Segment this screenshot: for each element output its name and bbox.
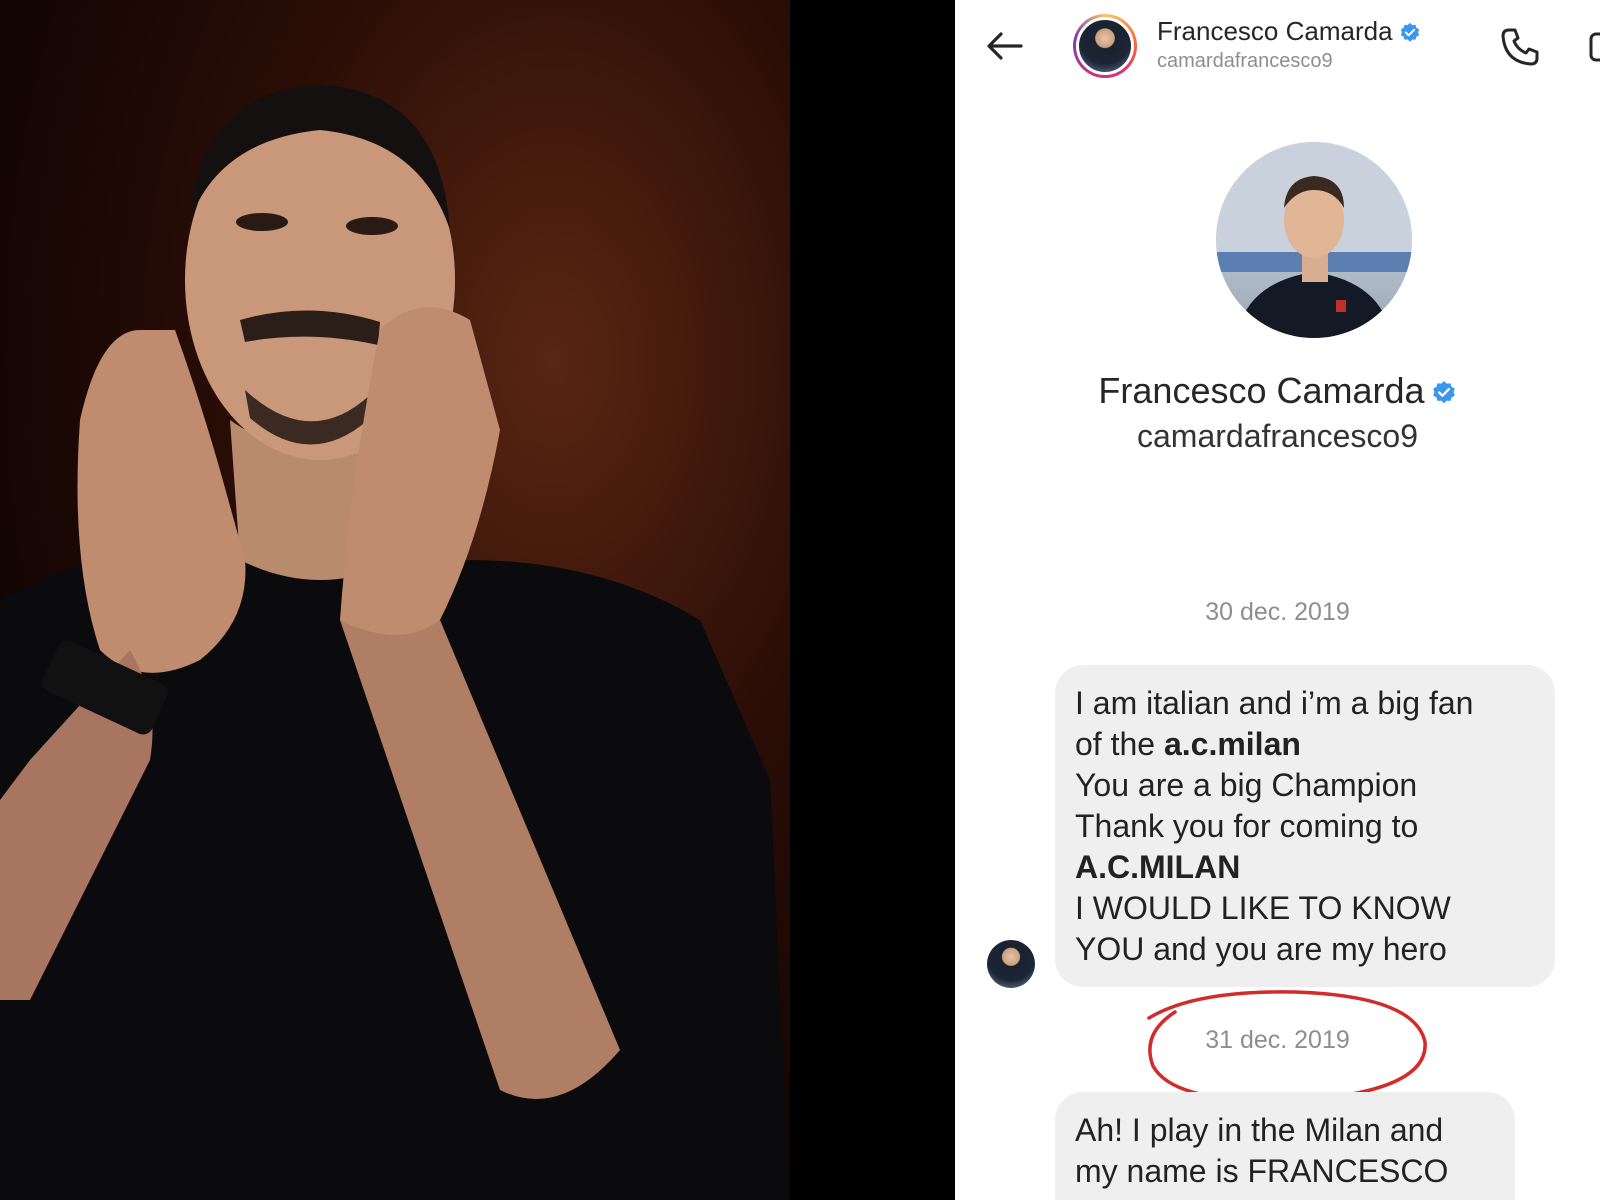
profile-photo [1216, 142, 1412, 338]
message-line: my name is FRANCESCO [1075, 1153, 1449, 1189]
header-username: camardafrancesco9 [1157, 50, 1333, 72]
profile-username: camardafrancesco9 [1136, 418, 1419, 454]
message-line: I WOULD LIKE TO KNOW [1075, 890, 1451, 926]
date-separator: 30 dec. 2019 [1205, 598, 1350, 626]
message-bold-text: a.c.milan [1163, 726, 1301, 762]
direct-message-screen: Francesco Camarda camardafrancesco9 Fran… [955, 0, 1600, 1200]
sender-avatar[interactable] [987, 940, 1035, 988]
profile-avatar[interactable] [1216, 142, 1412, 338]
message-line: You are a big Champion [1075, 767, 1418, 803]
chat-header: Francesco Camarda camardafrancesco9 [955, 0, 1600, 100]
message-line: Thank you for coming to [1075, 808, 1419, 844]
header-name[interactable]: Francesco Camarda [1157, 16, 1421, 47]
divider-gap [790, 0, 955, 1200]
profile-name: Francesco Camarda [955, 370, 1600, 412]
message-line: A.C.MILAN [1075, 849, 1241, 885]
phone-icon[interactable] [1497, 24, 1543, 70]
message-line: I am italian and i’m a big fan [1075, 685, 1474, 721]
video-call-icon[interactable] [1585, 26, 1600, 68]
header-name-text: Francesco Camarda [1157, 16, 1393, 46]
message-bubble[interactable]: Ah! I play in the Milan and my name is F… [1055, 1092, 1515, 1200]
message-line: of the a.c.milan [1075, 724, 1535, 765]
message-bubble[interactable]: I am italian and i’m a big fan of the a.… [1055, 665, 1555, 987]
header-avatar[interactable] [1073, 14, 1137, 78]
date-separator: 31 dec. 2019 [1205, 1026, 1350, 1054]
clapping-man-illustration [0, 85, 790, 1200]
verified-badge-icon [1432, 381, 1455, 404]
message-text: of the [1075, 726, 1164, 762]
player-photo [0, 0, 790, 1200]
profile-name-text: Francesco Camarda [1098, 370, 1425, 411]
back-arrow-icon[interactable] [983, 24, 1027, 68]
message-line: YOU and you are my hero [1075, 931, 1447, 967]
message-line: Ah! I play in the Milan and [1075, 1112, 1444, 1148]
verified-badge-icon [1400, 23, 1419, 42]
